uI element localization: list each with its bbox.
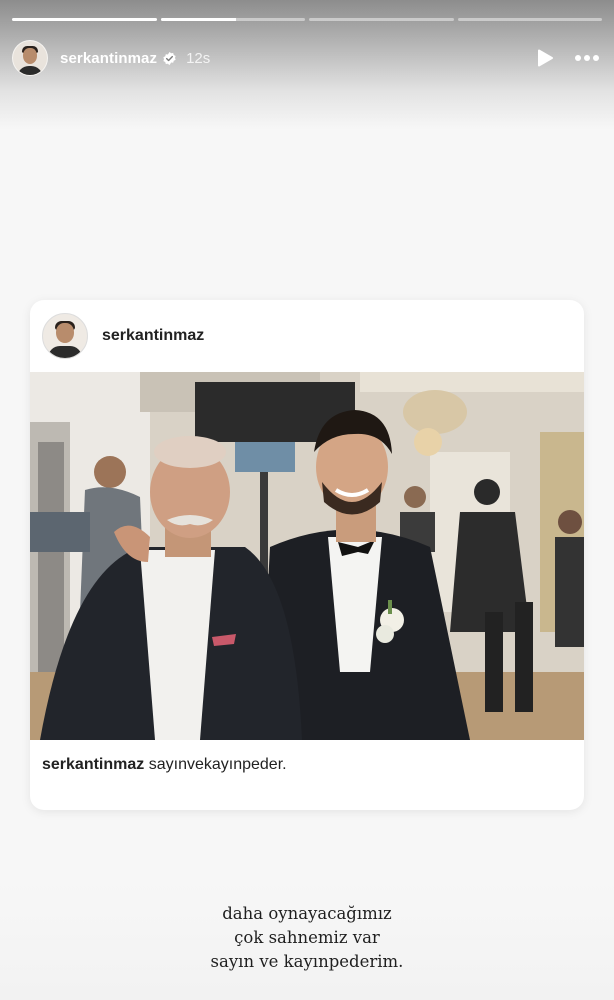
caption-text: sayınvekayınpeder. [148,756,287,773]
verified-badge-icon [163,51,176,65]
story-username[interactable]: serkantinmaz [60,50,157,67]
post-avatar[interactable] [42,313,88,359]
shared-post-card[interactable]: serkantinmaz serkantinmaz sayınvekayınpe… [30,300,584,810]
play-icon [538,49,553,67]
post-header: serkantinmaz [42,313,204,359]
story-text-overlay: daha oynayacağımız çok sahnemiz var sayı… [0,902,614,974]
story-text-line: sayın ve kayınpederim. [210,952,404,971]
post-photo[interactable] [30,372,584,740]
story-header: serkantinmaz 12s [12,38,602,78]
more-options-icon [575,55,599,61]
story-text-line: daha oynayacağımız [222,904,392,923]
progress-segment [457,18,602,21]
post-username[interactable]: serkantinmaz [102,327,204,345]
story-progress-bar [12,18,602,21]
story-text-line: çok sahnemiz var [234,928,380,947]
story-view[interactable]: serkantinmaz 12s serkantinmaz serkantinm… [0,0,614,1000]
avatar[interactable] [12,40,48,76]
post-caption: serkantinmaz sayınvekayınpeder. [42,756,287,774]
caption-username[interactable]: serkantinmaz [42,756,144,773]
progress-segment [160,18,305,21]
story-timestamp: 12s [186,49,211,67]
more-options-button[interactable] [572,43,602,73]
play-button[interactable] [530,43,560,73]
progress-segment [309,18,454,21]
progress-segment [12,18,157,21]
